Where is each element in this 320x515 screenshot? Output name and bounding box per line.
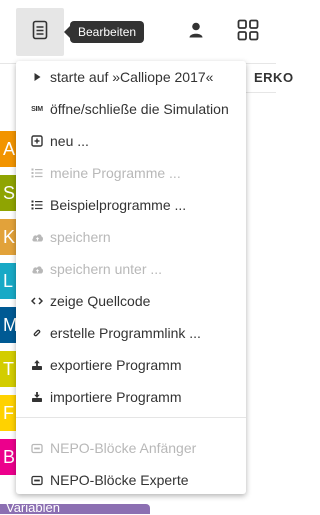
menu-divider — [16, 417, 246, 418]
menu-item-label: importiere Programm — [50, 389, 182, 405]
user-button[interactable] — [172, 8, 220, 56]
menu-item[interactable]: zeige Quellcode — [16, 285, 246, 317]
category-tab[interactable]: M — [0, 307, 16, 343]
import-icon — [30, 390, 44, 404]
menu-item[interactable]: NEPO-Blöcke Anfänger — [16, 432, 246, 464]
tooltip-edit: Bearbeiten — [63, 21, 145, 43]
category-tab[interactable]: T — [0, 351, 16, 387]
user-icon — [187, 21, 205, 44]
menu-item-label: starte auf »Calliope 2017« — [50, 69, 214, 85]
list-icon — [30, 166, 44, 180]
menu-item-label: neu ... — [50, 133, 89, 149]
category-tab[interactable]: A — [0, 131, 16, 167]
edit-dropdown-menu: starte auf »Calliope 2017« SIM öffne/schli… — [16, 61, 246, 494]
plus-square-icon — [30, 134, 44, 148]
play-icon — [30, 70, 44, 84]
export-icon — [30, 358, 44, 372]
menu-item-label: NEPO-Blöcke Experte — [50, 472, 189, 488]
edit-menu-button[interactable] — [16, 8, 64, 56]
menu-item[interactable]: erstelle Programmlink ... — [16, 317, 246, 349]
menu-item[interactable]: speichern unter ... — [16, 253, 246, 285]
sim-icon: SIM — [30, 102, 44, 116]
menu-item-label: öffne/schließe die Simulation — [50, 101, 229, 117]
menu-item-label: erstelle Programmlink ... — [50, 325, 201, 341]
menu-item[interactable]: starte auf »Calliope 2017« — [16, 61, 246, 93]
menu-item-label: meine Programme ... — [50, 165, 181, 181]
list-icon — [30, 198, 44, 212]
toolbar: Bearbeiten — [0, 0, 276, 64]
menu-item-label: exportiere Programm — [50, 357, 182, 373]
cloud-upload-icon — [30, 230, 44, 244]
workspace-tab-label[interactable]: ERKO — [254, 70, 294, 85]
menu-item[interactable]: SIM öffne/schließe die Simulation — [16, 93, 246, 125]
gallery-button[interactable] — [224, 8, 272, 56]
menu-item[interactable]: speichern — [16, 221, 246, 253]
menu-item-label: speichern unter ... — [50, 261, 163, 277]
blocks-icon — [30, 441, 44, 455]
category-variables-label: Variablen — [6, 500, 60, 515]
sim-icon-text: SIM — [31, 105, 43, 113]
link-icon — [30, 326, 44, 340]
cloud-upload-icon — [30, 262, 44, 276]
menu-item[interactable]: exportiere Programm — [16, 349, 246, 381]
menu-item-label: Beispielprogramme ... — [50, 197, 187, 213]
blocks-icon — [30, 473, 44, 487]
menu-item[interactable]: importiere Programm — [16, 381, 246, 413]
menu-item[interactable]: meine Programme ... — [16, 157, 246, 189]
menu-item-label: speichern — [50, 229, 111, 245]
workspace-divider — [246, 92, 276, 93]
menu-item-label: zeige Quellcode — [50, 293, 151, 309]
menu-item-label: NEPO-Blöcke Anfänger — [50, 440, 197, 456]
code-icon — [30, 294, 44, 308]
file-list-icon — [31, 20, 49, 45]
grid-icon — [237, 19, 259, 46]
category-tab[interactable]: K — [0, 219, 16, 255]
category-tab[interactable]: B — [0, 439, 16, 475]
category-tab[interactable]: S — [0, 175, 16, 211]
category-tab[interactable]: L — [0, 263, 16, 299]
menu-item[interactable]: neu ... — [16, 125, 246, 157]
category-tab[interactable]: F — [0, 395, 16, 431]
menu-item[interactable]: Beispielprogramme ... — [16, 189, 246, 221]
category-variables[interactable]: Variablen — [0, 500, 150, 515]
menu-item[interactable]: NEPO-Blöcke Experte — [16, 464, 246, 496]
